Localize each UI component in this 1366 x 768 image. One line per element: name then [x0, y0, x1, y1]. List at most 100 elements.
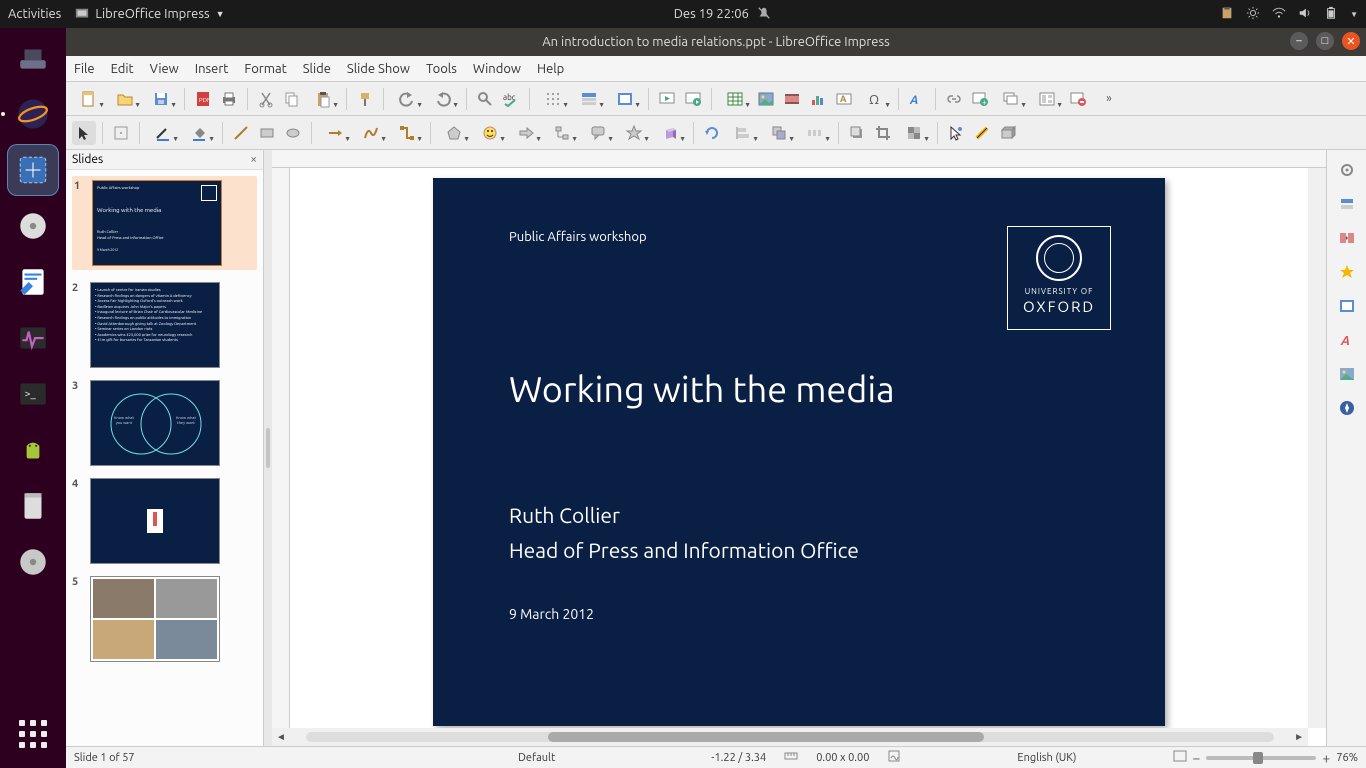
slide-pretitle[interactable]: Public Affairs workshop	[509, 230, 647, 244]
paste-button[interactable]: ▼	[306, 87, 340, 111]
rotate-tool[interactable]	[700, 121, 724, 145]
slide-date[interactable]: 9 March 2012	[509, 606, 594, 622]
duplicate-slide-button[interactable]: ▼	[994, 87, 1028, 111]
display-views-button[interactable]: ▼	[572, 87, 606, 111]
filter-tool[interactable]: ▼	[897, 121, 931, 145]
app-menu[interactable]: LibreOffice Impress ▼	[75, 7, 224, 21]
panel-splitter[interactable]	[264, 150, 272, 746]
delete-slide-button[interactable]	[1066, 87, 1090, 111]
line-tool[interactable]	[229, 121, 253, 145]
new-button[interactable]: ▼	[72, 87, 106, 111]
window-minimize-button[interactable]: –	[1290, 32, 1308, 50]
launcher-app-1[interactable]	[7, 32, 59, 84]
sidebar-navigator-button[interactable]	[1333, 394, 1361, 422]
insert-av-button[interactable]	[780, 87, 804, 111]
sidebar-properties-button[interactable]	[1333, 190, 1361, 218]
canvas-vscroll[interactable]	[1308, 168, 1326, 728]
menu-slideshow[interactable]: Slide Show	[347, 62, 410, 76]
window-close-button[interactable]: ✕	[1342, 32, 1360, 50]
zoom-in-button[interactable]: +	[1322, 750, 1330, 766]
clock[interactable]: Des 19 22:06	[674, 7, 749, 21]
volume-tray-icon[interactable]	[1298, 6, 1314, 22]
menu-insert[interactable]: Insert	[195, 62, 229, 76]
sidebar-settings-button[interactable]	[1333, 156, 1361, 184]
sidebar-animation-button[interactable]	[1333, 258, 1361, 286]
scroll-right-icon[interactable]: ►	[1290, 731, 1308, 743]
thumb-5[interactable]: 5	[72, 576, 257, 662]
window-maximize-button[interactable]: □	[1316, 32, 1334, 50]
menu-help[interactable]: Help	[537, 62, 564, 76]
curves-tool[interactable]: ▼	[354, 121, 388, 145]
rectangle-tool[interactable]	[255, 121, 279, 145]
open-button[interactable]: ▼	[108, 87, 142, 111]
arrange-tool[interactable]: ▼	[762, 121, 796, 145]
menu-edit[interactable]: Edit	[111, 62, 134, 76]
menu-slide[interactable]: Slide	[303, 62, 331, 76]
zoom-slider-thumb[interactable]	[1253, 752, 1263, 764]
insert-table-button[interactable]: ▼	[718, 87, 752, 111]
redo-button[interactable]: ▼	[426, 87, 460, 111]
zoom-out-button[interactable]: −	[1193, 750, 1201, 766]
lines-arrows-tool[interactable]: ▼	[318, 121, 352, 145]
brightness-tray-icon[interactable]	[1246, 6, 1262, 22]
launcher-eclipse[interactable]	[7, 88, 59, 140]
status-language[interactable]: English (UK)	[1017, 752, 1076, 764]
distribute-tool[interactable]: ▼	[798, 121, 832, 145]
clipboard-tray-icon[interactable]	[1220, 6, 1236, 22]
canvas-hscroll[interactable]: ◄ ►	[272, 728, 1308, 746]
notification-muted-icon[interactable]	[757, 6, 771, 23]
undo-button[interactable]: ▼	[390, 87, 424, 111]
menu-window[interactable]: Window	[473, 62, 521, 76]
thumb-4[interactable]: 4	[72, 478, 257, 564]
line-color-tool[interactable]: ▼	[146, 121, 180, 145]
launcher-screenshot[interactable]	[7, 144, 59, 196]
clone-formatting-button[interactable]	[353, 87, 377, 111]
launcher-disks[interactable]	[7, 200, 59, 252]
launcher-show-apps[interactable]	[7, 708, 59, 760]
hscroll-track[interactable]	[306, 732, 1274, 742]
launcher-terminal[interactable]: >_	[7, 368, 59, 420]
sidebar-master-button[interactable]	[1333, 292, 1361, 320]
cut-button[interactable]	[254, 87, 278, 111]
find-replace-button[interactable]	[473, 87, 497, 111]
launcher-android[interactable]	[7, 424, 59, 476]
slides-thumbnails[interactable]: 1 Public Affairs workshop Working with t…	[66, 170, 263, 746]
block-arrows-tool[interactable]: ▼	[509, 121, 543, 145]
slide-title[interactable]: Working with the media	[509, 368, 895, 409]
insert-chart-button[interactable]	[806, 87, 830, 111]
copy-button[interactable]	[280, 87, 304, 111]
grid-button[interactable]: ▼	[536, 87, 570, 111]
ellipse-tool[interactable]	[281, 121, 305, 145]
align-tool[interactable]: ▼	[726, 121, 760, 145]
thumb-3[interactable]: 3 Know what you want Know what they want	[72, 380, 257, 466]
menu-tools[interactable]: Tools	[426, 62, 457, 76]
gluepoints-tool[interactable]	[970, 121, 994, 145]
flowchart-tool[interactable]: ▼	[545, 121, 579, 145]
fill-color-tool[interactable]: ▼	[182, 121, 216, 145]
new-slide-button[interactable]: +	[968, 87, 992, 111]
points-tool[interactable]	[944, 121, 968, 145]
status-master[interactable]: Default	[518, 752, 555, 764]
zoom-slider[interactable]	[1206, 756, 1316, 760]
wifi-tray-icon[interactable]	[1272, 6, 1288, 22]
menu-view[interactable]: View	[150, 62, 179, 76]
thumb-2[interactable]: 2 • Launch of centre for Iranian studies…	[72, 282, 257, 368]
sidebar-gallery-button[interactable]	[1333, 360, 1361, 388]
chevron-down-icon[interactable]: ▼	[1350, 10, 1358, 19]
slide-role[interactable]: Head of Press and Information Office	[509, 538, 859, 562]
callouts-tool[interactable]: ▼	[581, 121, 615, 145]
master-slide-button[interactable]: ▼	[608, 87, 642, 111]
activities-button[interactable]: Activities	[8, 7, 61, 21]
zoom-fit-icon[interactable]	[1173, 750, 1187, 765]
hscroll-thumb[interactable]	[548, 732, 984, 742]
insert-textbox-button[interactable]: A	[832, 87, 856, 111]
insert-fontwork-button[interactable]: A	[905, 87, 929, 111]
3d-objects-tool[interactable]: ▼	[653, 121, 687, 145]
launcher-system-monitor[interactable]	[7, 312, 59, 364]
insert-special-char-button[interactable]: Ω▼	[858, 87, 892, 111]
toolbar-overflow[interactable]: »	[1092, 87, 1126, 111]
insert-hyperlink-button[interactable]	[942, 87, 966, 111]
launcher-disc[interactable]	[7, 536, 59, 588]
connectors-tool[interactable]: ▼	[390, 121, 424, 145]
slide-viewport[interactable]: Public Affairs workshop UNIVERSITY OF OX…	[290, 168, 1308, 728]
